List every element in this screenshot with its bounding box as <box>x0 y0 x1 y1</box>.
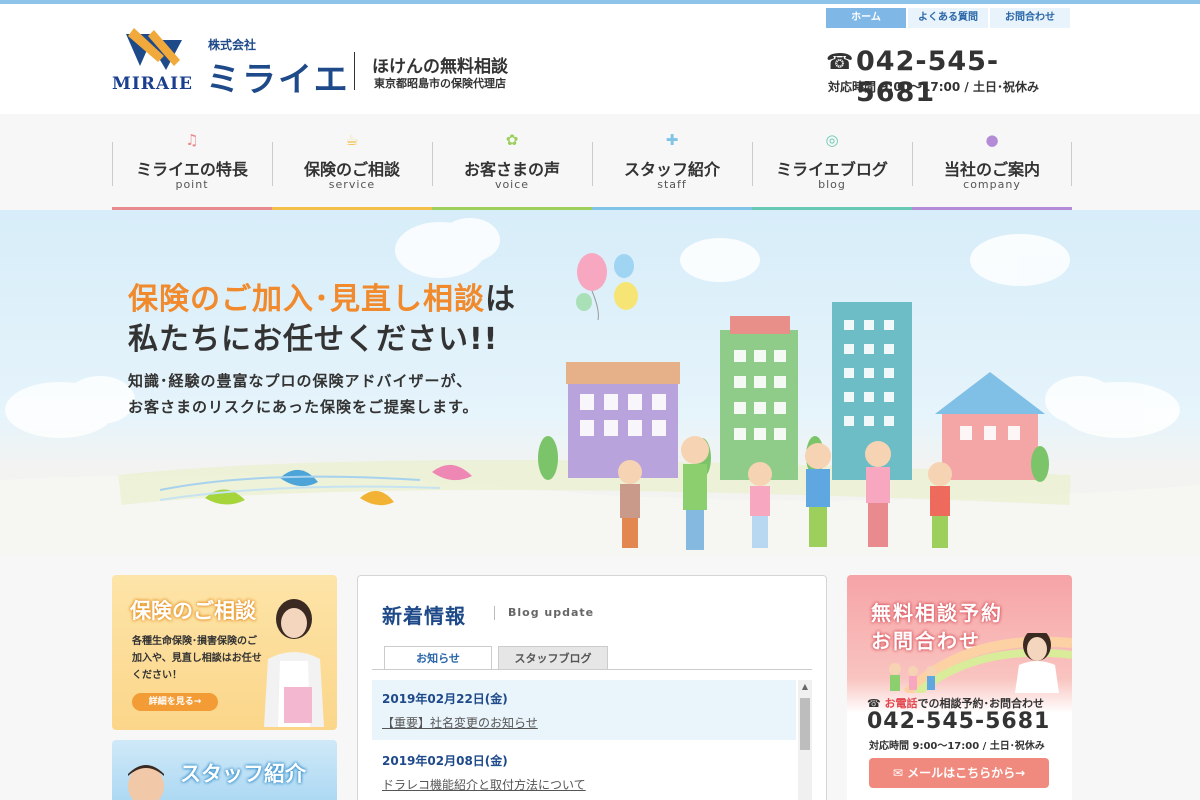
util-link-contact[interactable]: お問合わせ <box>990 8 1070 28</box>
nav-item-company[interactable]: ● 当社のご案内 company <box>912 126 1072 210</box>
company-name: ミライエ <box>206 60 350 100</box>
hero-headline-2: 私たちにお任せください!! <box>128 322 499 357</box>
news-tab-rule <box>372 669 812 670</box>
company-prefix: 株式会社 <box>208 38 257 52</box>
mail-icon: ✉ <box>892 766 908 780</box>
phone-number[interactable]: 042-545-5681 <box>856 46 1076 108</box>
header-divider <box>354 52 355 90</box>
nav-item-voice[interactable]: ✿ お客さまの声 voice <box>432 126 592 210</box>
logo[interactable]: MIRAIE <box>112 26 192 94</box>
contact-phone-number[interactable]: 042-545-5681 <box>867 709 1050 734</box>
staff-card-title: スタッフ紹介 <box>180 762 306 786</box>
nav-sublabel: voice <box>494 178 530 191</box>
nav-label: 保険のご相談 <box>303 160 400 179</box>
nav-sublabel: blog <box>818 178 846 191</box>
tab-staff-blog[interactable]: スタッフブログ <box>498 646 608 670</box>
news-link[interactable]: ドラレコ機能紹介と取付方法について <box>382 776 586 793</box>
consult-card-title: 保険のご相談 <box>130 599 256 623</box>
hero-headline-highlight: 保険のご加入･見直し相談 <box>128 282 485 317</box>
business-hours: 対応時間 9:00〜17:00 / 土日･祝休み <box>828 80 1039 94</box>
news-subtitle: Blog update <box>508 606 595 619</box>
lollipop-icon: ◎ <box>825 131 839 149</box>
news-date: 2019年02月08日(金) <box>382 754 508 768</box>
hero-headline-1: 保険のご加入･見直し相談は <box>128 274 516 318</box>
contact-card[interactable]: 無料相談予約 お問合わせ ☎ お電話での相談予約･お問合わせ 042-545-5… <box>847 575 1072 800</box>
consult-detail-button[interactable]: 詳細を見る→ <box>132 693 218 711</box>
staff-photo <box>128 765 164 800</box>
puzzle-icon: ✚ <box>665 131 679 149</box>
news-title: 新着情報 <box>382 604 466 628</box>
nav-label: スタッフ紹介 <box>623 160 720 179</box>
news-date: 2019年02月22日(金) <box>382 692 508 706</box>
mail-button-label: メールはこちらから→ <box>907 766 1026 780</box>
nav-item-blog[interactable]: ◎ ミライエブログ blog <box>752 126 912 210</box>
tagline-main: ほけんの無料相談 <box>372 57 508 77</box>
contact-illustration <box>889 633 1072 693</box>
music-note-icon: ♫ <box>185 131 199 149</box>
scroll-thumb[interactable] <box>800 698 810 750</box>
mail-button[interactable]: ✉ メールはこちらから→ <box>869 758 1049 788</box>
contact-title-1: 無料相談予約 <box>871 601 1003 625</box>
nav-sublabel: service <box>328 178 376 191</box>
nav-sublabel: company <box>963 178 1021 191</box>
news-panel: 新着情報 Blog update お知らせ スタッフブログ 2019年02月22… <box>357 575 827 800</box>
nav-sublabel: point <box>175 178 209 191</box>
news-list: 2019年02月22日(金) 【重要】社名変更のお知らせ 2019年02月08日… <box>372 680 812 800</box>
nav-label: ミライエの特長 <box>136 160 248 179</box>
hero-description-2: お客さまのリスクにあった保険をご提案します。 <box>128 398 479 416</box>
phone-icon: ☎ <box>826 50 854 75</box>
news-link[interactable]: 【重要】社名変更のお知らせ <box>382 714 538 731</box>
nav-item-service[interactable]: ☕ 保険のご相談 service <box>272 126 432 210</box>
nav-item-point[interactable]: ♫ ミライエの特長 point <box>112 126 272 210</box>
nav-divider <box>1071 142 1072 186</box>
tab-notices[interactable]: お知らせ <box>384 646 492 670</box>
coffee-cup-icon: ☕ <box>345 131 359 149</box>
consult-card[interactable]: 保険のご相談 各種生命保険･損害保険のご加入や、見直し相談はお任せください！ 詳… <box>112 575 337 730</box>
nav-item-staff[interactable]: ✚ スタッフ紹介 staff <box>592 126 752 210</box>
nav-label: お客さまの声 <box>463 160 560 179</box>
tulip-icon: ✿ <box>505 131 519 149</box>
consult-card-text: 各種生命保険･損害保険のご加入や、見直し相談はお任せください！ <box>132 636 262 681</box>
scroll-up-icon[interactable]: ▲ <box>798 680 812 694</box>
logo-mark-icon <box>126 28 182 70</box>
nav-label: ミライエブログ <box>776 160 888 179</box>
util-link-faq[interactable]: よくある質問 <box>908 8 988 28</box>
nav-sublabel: staff <box>657 178 687 191</box>
consultant-photo <box>264 599 324 727</box>
site-header: MIRAIE 株式会社 ミライエ ほけんの無料相談 東京都昭島市の保険代理店 ホ… <box>0 4 1200 114</box>
util-link-home[interactable]: ホーム <box>826 8 906 28</box>
hero-description-1: 知識･経験の豊富なプロの保険アドバイザーが、 <box>128 372 473 390</box>
news-item[interactable]: 2019年02月08日(金) ドラレコ機能紹介と取付方法について <box>372 742 796 800</box>
nav-label: 当社のご案内 <box>943 160 1040 179</box>
contact-hours: 対応時間 9:00〜17:00 / 土日･祝休み <box>869 741 1045 752</box>
news-item[interactable]: 2019年02月22日(金) 【重要】社名変更のお知らせ <box>372 680 796 740</box>
hero-headline-rest: は <box>485 282 516 317</box>
staff-card[interactable]: スタッフ紹介 <box>112 740 337 800</box>
planet-icon: ● <box>985 131 999 149</box>
logo-text: MIRAIE <box>112 74 193 94</box>
news-title-divider <box>494 606 495 620</box>
global-nav: ♫ ミライエの特長 point ☕ 保険のご相談 service ✿ お客さまの… <box>112 126 1072 210</box>
tagline-sub: 東京都昭島市の保険代理店 <box>374 77 506 90</box>
hero-banner: 保険のご加入･見直し相談は 私たちにお任せください!! 知識･経験の豊富なプロの… <box>0 210 1200 555</box>
